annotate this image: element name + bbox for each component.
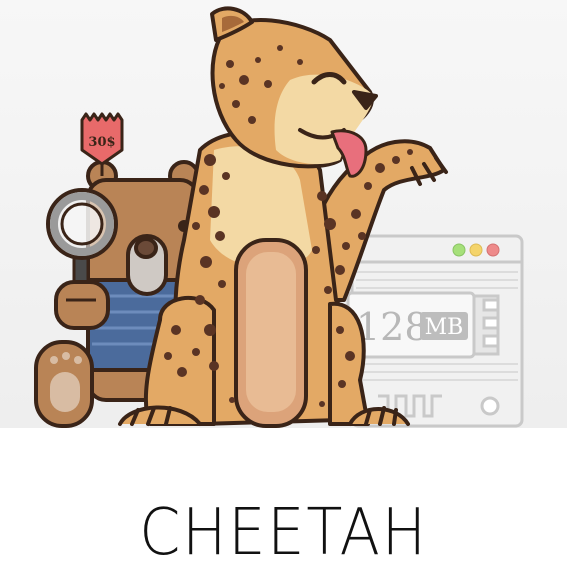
- page-title-text: CHEETAH: [139, 496, 428, 570]
- status-dot-yellow: [469, 243, 483, 257]
- memory-value: 128: [356, 305, 429, 349]
- cheetah-illustration: 128 MB 30$: [34, 6, 524, 428]
- status-dot-green: [452, 243, 466, 257]
- price-tag-label: 30$: [88, 135, 115, 150]
- page-title: CHEETAH: [23, 496, 545, 570]
- hero-illustration: 128 MB 30$: [0, 0, 567, 428]
- status-dot-red: [486, 243, 500, 257]
- memory-unit: MB: [425, 315, 464, 340]
